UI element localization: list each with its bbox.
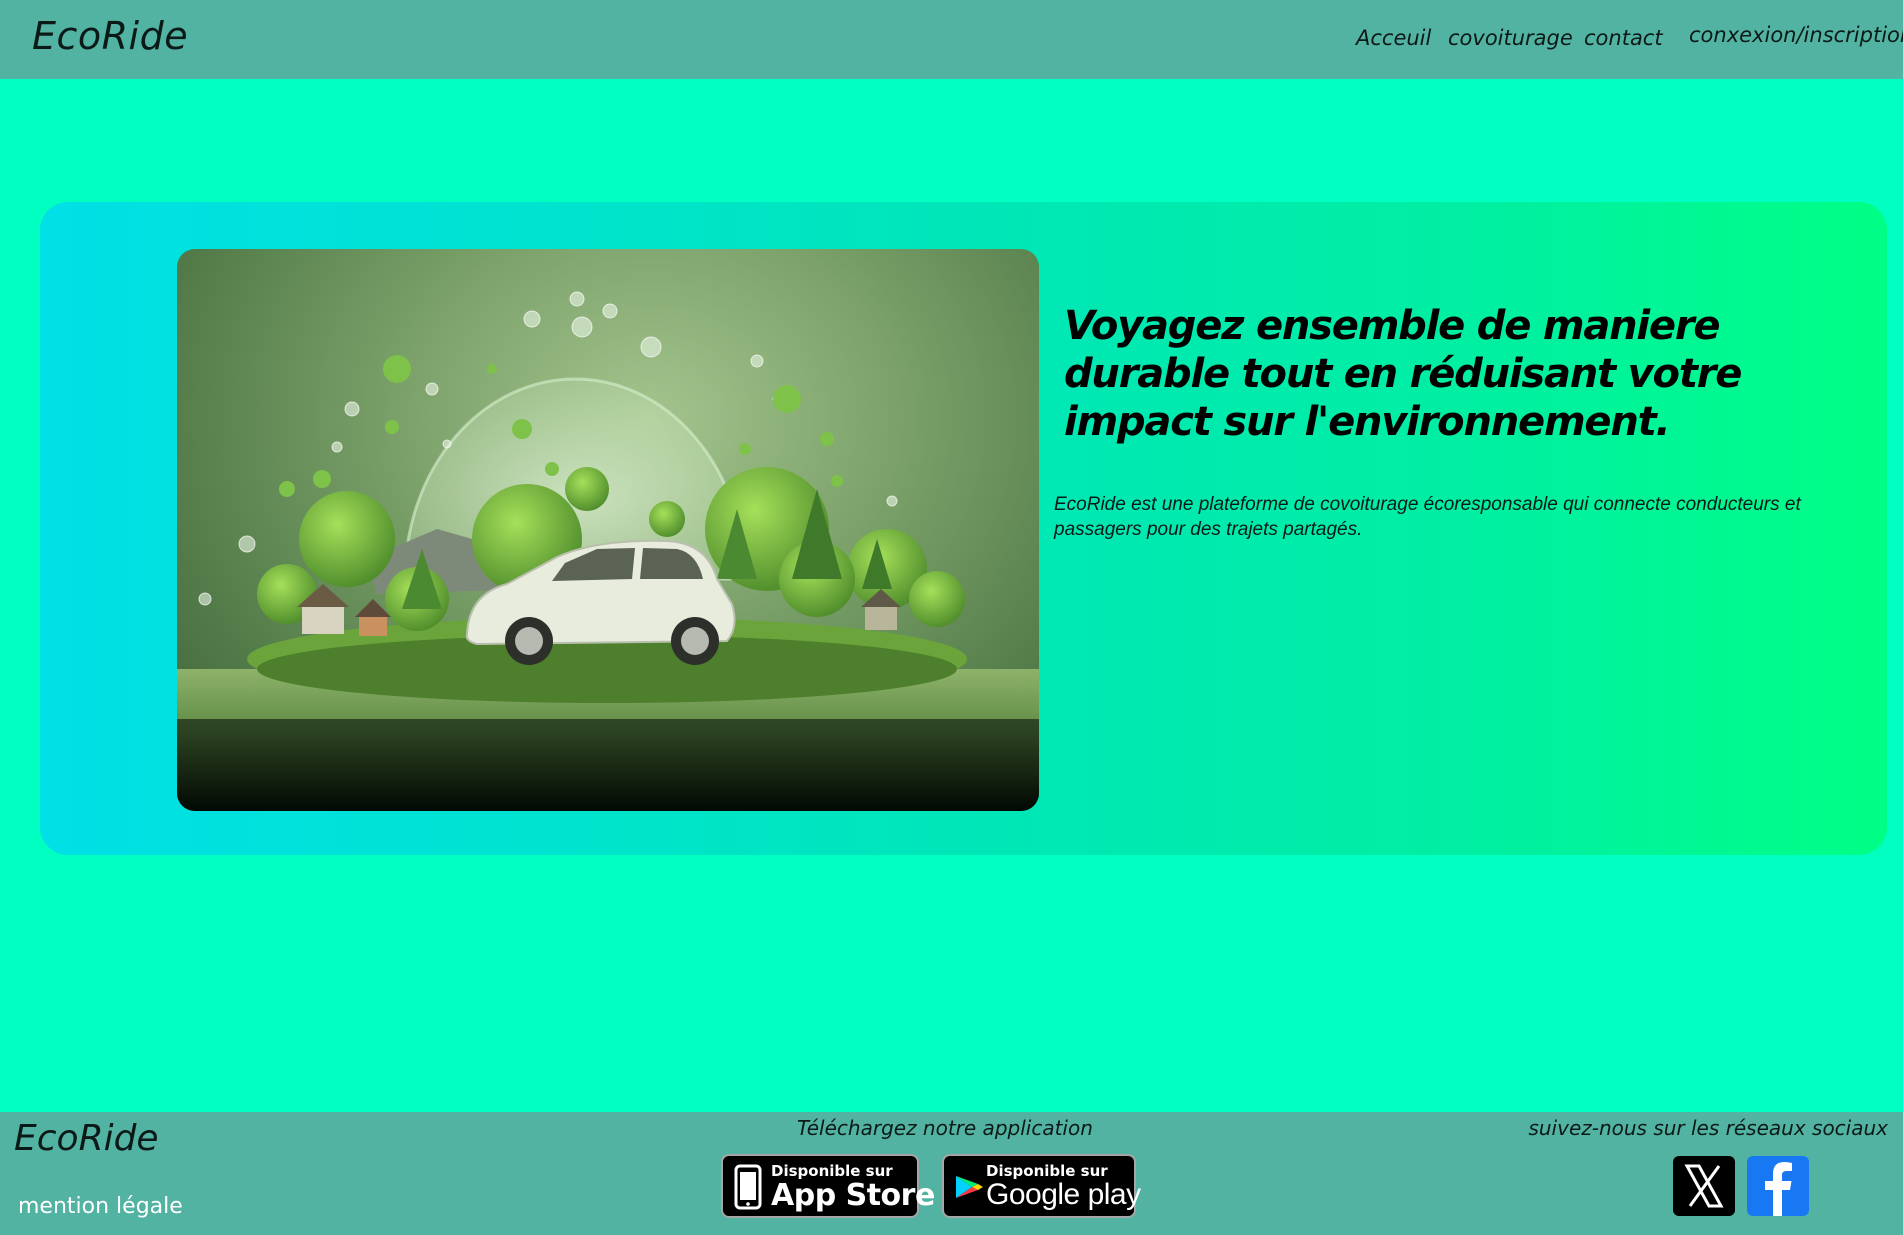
- download-app-label: Téléchargez notre application: [797, 1116, 1093, 1140]
- x-icon: [1673, 1164, 1735, 1220]
- nav-link-login-signup[interactable]: conxexion/inscription: [1689, 23, 1903, 47]
- google-play-icon: [954, 1164, 984, 1214]
- apple-icon: [733, 1164, 763, 1214]
- facebook-icon: [1747, 1162, 1809, 1220]
- hero-section: Voyagez ensemble de maniere durable tout…: [40, 202, 1887, 855]
- hero-description: EcoRide est une plateforme de covoiturag…: [1054, 494, 1801, 540]
- site-logo[interactable]: EcoRide: [32, 14, 188, 58]
- nav-link-contact[interactable]: contact: [1584, 26, 1663, 50]
- x-twitter-button[interactable]: [1673, 1156, 1735, 1216]
- footer-logo: EcoRide: [14, 1118, 159, 1159]
- facebook-button[interactable]: [1747, 1156, 1809, 1216]
- hero-title: Voyagez ensemble de maniere durable tout…: [1064, 303, 1742, 445]
- social-label: suivez-nous sur les réseaux sociaux: [1528, 1116, 1888, 1140]
- app-store-big-label: App Store: [771, 1178, 935, 1213]
- site-header: EcoRide Acceuil covoiturage contact conx…: [0, 0, 1903, 79]
- google-play-button[interactable]: Disponible sur Google play: [942, 1154, 1141, 1218]
- site-footer: EcoRide mention légale Téléchargez notre…: [0, 1112, 1903, 1235]
- google-play-big-label: Google play: [986, 1178, 1141, 1211]
- legal-notice-link[interactable]: mention légale: [18, 1194, 183, 1219]
- hero-eco-car-illustration: [177, 249, 1039, 811]
- nav-link-home[interactable]: Acceuil: [1356, 26, 1431, 50]
- app-store-button[interactable]: Disponible sur App Store: [721, 1154, 935, 1218]
- nav-link-carpool[interactable]: covoiturage: [1448, 26, 1573, 50]
